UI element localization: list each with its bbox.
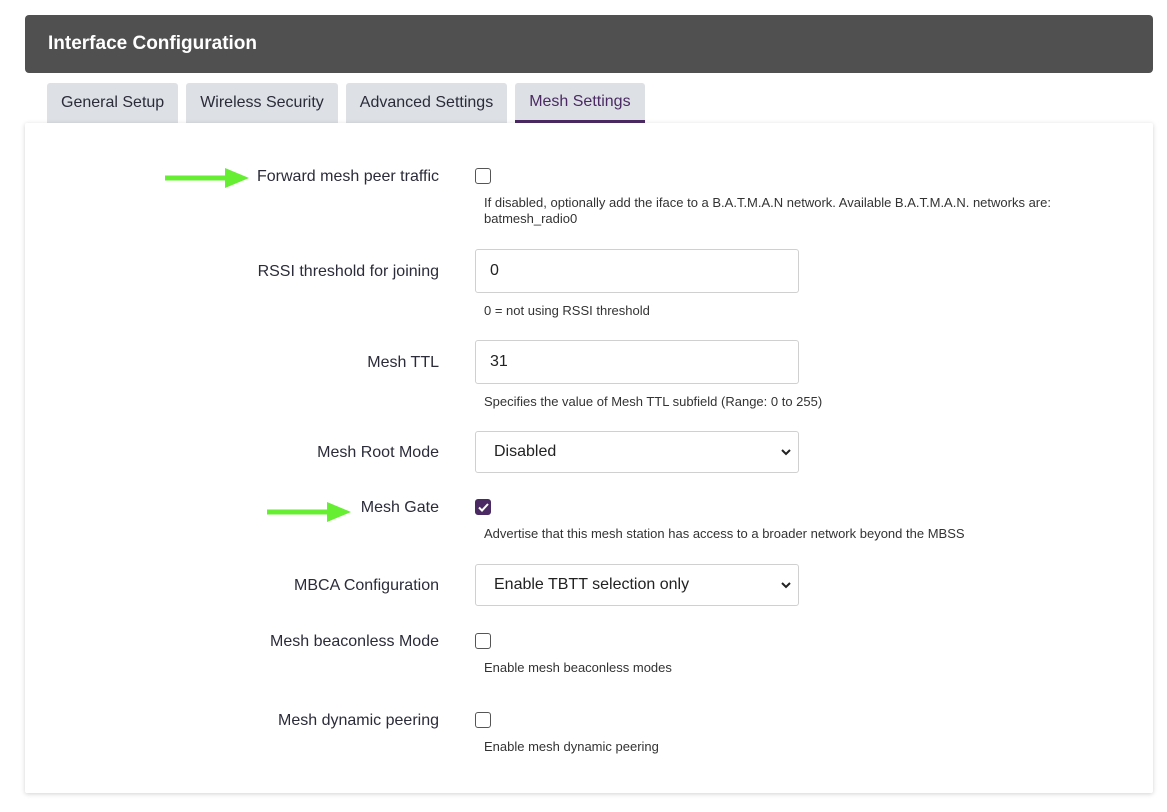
root-mode-value: Disabled: [494, 443, 557, 460]
chevron-down-icon: [781, 449, 791, 456]
right-arrow-icon: [267, 502, 351, 522]
gate-description: Advertise that this mesh station has acc…: [484, 526, 965, 541]
dynamic-checkbox[interactable]: [475, 712, 491, 728]
beaconless-description: Enable mesh beaconless modes: [484, 660, 672, 675]
beaconless-checkbox[interactable]: [475, 633, 491, 649]
chevron-down-icon: [781, 582, 791, 589]
root-mode-row: Mesh Root Mode Disabled: [25, 431, 1153, 473]
gate-checkbox[interactable]: [475, 499, 491, 515]
settings-panel: Forward mesh peer traffic If disabled, o…: [25, 123, 1153, 793]
page-header: Interface Configuration: [25, 15, 1153, 73]
root-mode-label: Mesh Root Mode: [317, 444, 439, 461]
ttl-input[interactable]: [475, 340, 799, 384]
ttl-description: Specifies the value of Mesh TTL subfield…: [484, 394, 823, 409]
rssi-description: 0 = not using RSSI threshold: [484, 303, 650, 318]
tab-wireless-security[interactable]: Wireless Security: [186, 83, 338, 123]
mbca-row: MBCA Configuration Enable TBTT selection…: [25, 564, 1153, 606]
mbca-select[interactable]: Enable TBTT selection only: [475, 564, 799, 606]
forward-label: Forward mesh peer traffic: [257, 168, 439, 185]
check-icon: [477, 502, 489, 512]
beaconless-label: Mesh beaconless Mode: [270, 633, 439, 650]
rssi-label: RSSI threshold for joining: [257, 263, 439, 280]
ttl-label: Mesh TTL: [367, 354, 439, 371]
root-mode-select[interactable]: Disabled: [475, 431, 799, 473]
dynamic-label: Mesh dynamic peering: [278, 712, 439, 729]
dynamic-description: Enable mesh dynamic peering: [484, 739, 659, 754]
rssi-input[interactable]: [475, 249, 799, 293]
tab-bar: General Setup Wireless Security Advanced…: [47, 83, 645, 123]
tab-general-setup[interactable]: General Setup: [47, 83, 179, 123]
forward-description: If disabled, optionally add the iface to…: [484, 195, 1051, 226]
tab-advanced-settings[interactable]: Advanced Settings: [345, 83, 508, 123]
mbca-value: Enable TBTT selection only: [494, 576, 690, 593]
page-title: Interface Configuration: [48, 33, 258, 54]
forward-checkbox[interactable]: [475, 168, 491, 184]
gate-label: Mesh Gate: [360, 499, 439, 516]
tab-mesh-settings[interactable]: Mesh Settings: [515, 83, 645, 123]
right-arrow-icon: [165, 168, 249, 188]
mbca-label: MBCA Configuration: [294, 577, 439, 594]
